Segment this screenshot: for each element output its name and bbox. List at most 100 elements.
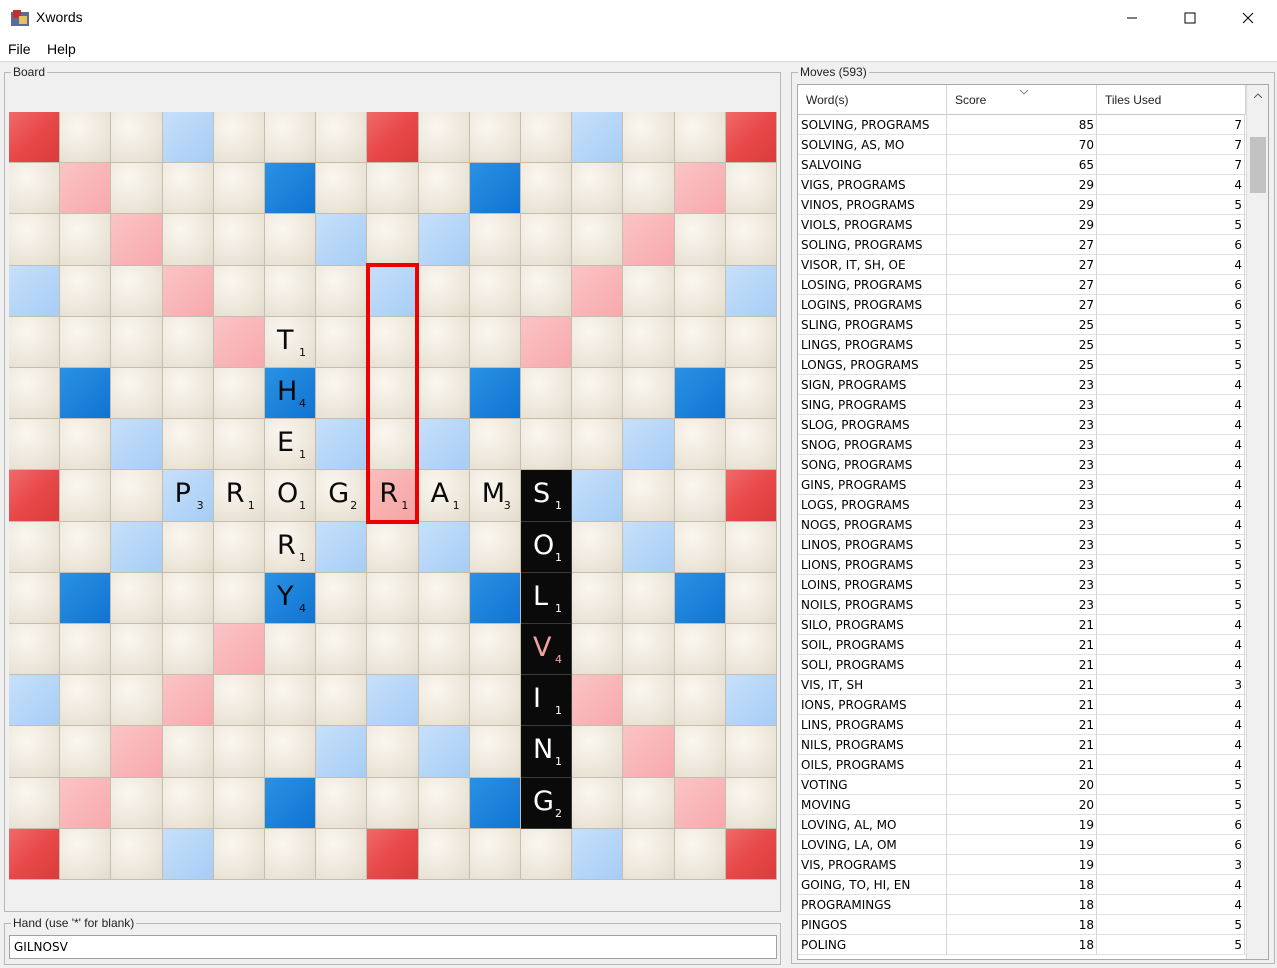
board-cell[interactable]	[572, 624, 624, 676]
board-cell[interactable]	[60, 368, 112, 420]
board-cell[interactable]	[60, 828, 112, 880]
board-cell[interactable]	[60, 726, 112, 778]
board-cell[interactable]	[521, 214, 573, 266]
board-cell[interactable]	[213, 214, 265, 266]
board-cell[interactable]	[213, 726, 265, 778]
table-row[interactable]: SALVOING 65 7	[798, 155, 1246, 175]
board-tile[interactable]: R1	[265, 521, 317, 573]
table-row[interactable]: PROGRAMINGS 18 4	[798, 895, 1246, 915]
board-cell[interactable]	[521, 316, 573, 368]
board-cell[interactable]	[9, 470, 61, 522]
board-cell[interactable]	[623, 470, 675, 522]
table-row[interactable]: NOGS, PROGRAMS 23 4	[798, 515, 1246, 535]
board-cell[interactable]	[111, 368, 163, 420]
board-cell[interactable]	[367, 675, 419, 727]
board-cell[interactable]	[162, 163, 214, 215]
board-cell[interactable]	[316, 521, 368, 573]
board-tile[interactable]: G2	[316, 470, 368, 522]
table-row[interactable]: VIS, IT, SH 21 3	[798, 675, 1246, 695]
menu-file[interactable]: File	[8, 41, 31, 57]
table-row[interactable]: MOVING 20 5	[798, 795, 1246, 815]
board-cell[interactable]	[111, 828, 163, 880]
board-tile[interactable]: P3	[162, 470, 214, 522]
board-cell[interactable]	[162, 521, 214, 573]
board-cell[interactable]	[469, 368, 521, 420]
table-row[interactable]: VIS, PROGRAMS 19 3	[798, 855, 1246, 875]
table-row[interactable]: GINS, PROGRAMS 23 4	[798, 475, 1246, 495]
board-cell[interactable]	[469, 521, 521, 573]
board-cell[interactable]	[111, 163, 163, 215]
table-row[interactable]: NOILS, PROGRAMS 23 5	[798, 595, 1246, 615]
maximize-button[interactable]	[1161, 0, 1219, 36]
board-cell[interactable]	[162, 777, 214, 829]
board-cell[interactable]	[521, 112, 573, 164]
board-cell[interactable]	[674, 470, 726, 522]
board-cell[interactable]	[60, 214, 112, 266]
table-row[interactable]: LOVING, AL, MO 19 6	[798, 815, 1246, 835]
board-cell[interactable]	[265, 726, 317, 778]
board-cell[interactable]	[316, 265, 368, 317]
board-cell[interactable]	[469, 828, 521, 880]
board-cell[interactable]	[162, 112, 214, 164]
board-cell[interactable]	[469, 316, 521, 368]
board-cell[interactable]	[418, 521, 470, 573]
board-cell[interactable]	[213, 419, 265, 471]
board-cell[interactable]	[162, 419, 214, 471]
board-cell[interactable]	[162, 675, 214, 727]
board-cell[interactable]	[725, 572, 777, 624]
board-cell[interactable]	[367, 163, 419, 215]
board-cell[interactable]	[623, 214, 675, 266]
table-row[interactable]: OILS, PROGRAMS 21 4	[798, 755, 1246, 775]
board-cell[interactable]	[9, 265, 61, 317]
board-cell[interactable]	[418, 112, 470, 164]
board-cell[interactable]	[162, 316, 214, 368]
table-row[interactable]: VOTING 20 5	[798, 775, 1246, 795]
board-cell[interactable]	[316, 624, 368, 676]
moves-scrollbar[interactable]	[1246, 85, 1268, 959]
board-cell[interactable]	[265, 265, 317, 317]
board-tile[interactable]: I1	[521, 675, 573, 727]
board-cell[interactable]	[316, 828, 368, 880]
board-tile[interactable]: G2	[521, 777, 573, 829]
board-cell[interactable]	[316, 726, 368, 778]
board-cell[interactable]	[725, 828, 777, 880]
board-cell[interactable]	[674, 316, 726, 368]
board-cell[interactable]	[623, 316, 675, 368]
hand-input[interactable]: GILNOSV	[9, 935, 777, 959]
board-cell[interactable]	[469, 265, 521, 317]
board-cell[interactable]	[674, 214, 726, 266]
board-cell[interactable]	[572, 521, 624, 573]
board-cell[interactable]	[213, 572, 265, 624]
board-cell[interactable]	[367, 112, 419, 164]
table-row[interactable]: LINGS, PROGRAMS 25 5	[798, 335, 1246, 355]
board-cell[interactable]	[367, 521, 419, 573]
board-cell[interactable]	[469, 726, 521, 778]
board-tile[interactable]: M3	[469, 470, 521, 522]
board-cell[interactable]	[623, 624, 675, 676]
board-cell[interactable]	[60, 624, 112, 676]
board-cell[interactable]	[521, 163, 573, 215]
board-cell[interactable]	[623, 726, 675, 778]
board-cell[interactable]	[265, 624, 317, 676]
board-tile[interactable]: N1	[521, 726, 573, 778]
board-cell[interactable]	[111, 419, 163, 471]
board-cell[interactable]	[60, 521, 112, 573]
board-cell[interactable]	[674, 726, 726, 778]
board-cell[interactable]	[418, 368, 470, 420]
board-cell[interactable]	[572, 316, 624, 368]
board-cell[interactable]	[725, 675, 777, 727]
board-cell[interactable]	[60, 675, 112, 727]
column-header-score[interactable]: Score	[947, 85, 1097, 115]
board-tile[interactable]: S1	[521, 470, 573, 522]
board-cell[interactable]	[469, 777, 521, 829]
board-tile[interactable]: H4	[265, 368, 317, 420]
table-row[interactable]: SONG, PROGRAMS 23 4	[798, 455, 1246, 475]
column-header-tiles[interactable]: Tiles Used	[1097, 85, 1246, 115]
board-cell[interactable]	[572, 828, 624, 880]
table-row[interactable]: VIGS, PROGRAMS 29 4	[798, 175, 1246, 195]
board-cell[interactable]	[674, 163, 726, 215]
board-cell[interactable]	[9, 777, 61, 829]
board-cell[interactable]	[213, 675, 265, 727]
board-cell[interactable]	[418, 624, 470, 676]
board-cell[interactable]	[213, 316, 265, 368]
